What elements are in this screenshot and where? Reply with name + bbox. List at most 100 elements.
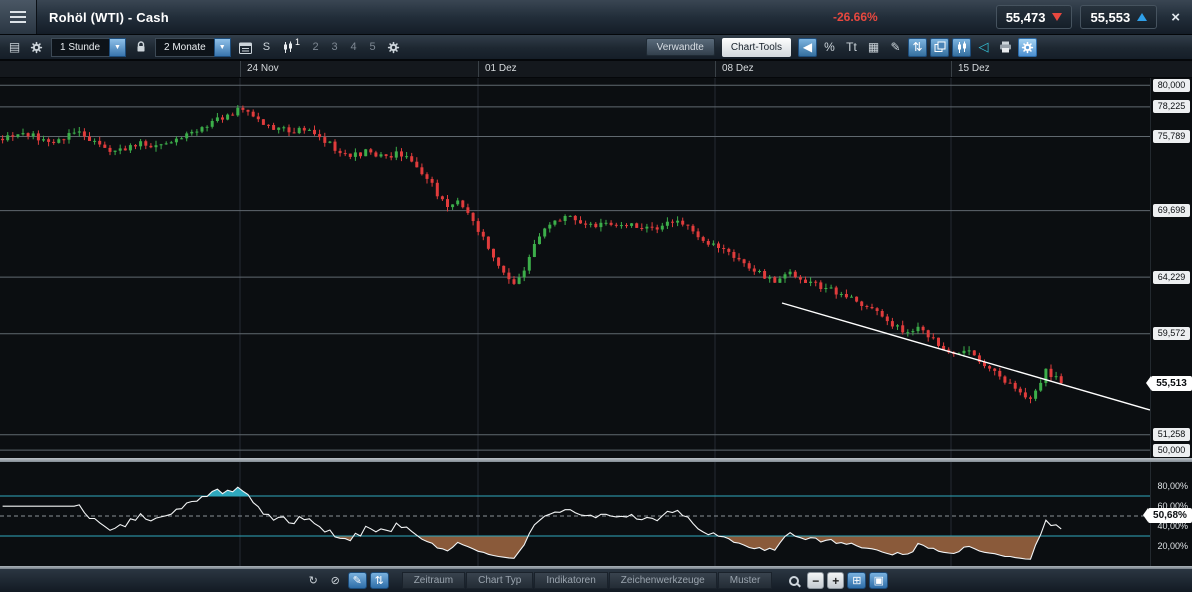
percent-scale-button[interactable]: % [820,38,839,57]
price-axis-label: 51,258 [1153,428,1190,442]
instrument-title: Rohöl (WTI) - Cash [49,9,169,25]
sell-price-button[interactable]: 55,473 [995,5,1073,29]
reset-view-button[interactable]: ↻ [304,572,323,589]
multi-chart-settings-button[interactable] [384,38,403,57]
pencil-tool-button[interactable]: ✎ [347,572,367,589]
titlebar: Rohöl (WTI) - Cash -26.66% 55,473 55,553… [0,0,1192,35]
no-drawing-button[interactable]: ⊘ [326,572,345,589]
lock-button[interactable] [131,38,150,57]
bottom-button-group: Zeitraum Chart Typ Indikatoren Zeichenwerkz… [401,572,773,589]
move-tool-button[interactable]: ⇅ [369,572,389,589]
zeichenwerkzeuge-button[interactable]: Zeichenwerkzeuge [608,572,717,589]
chart-tools-tab[interactable]: Chart-Tools [721,37,791,57]
arrow-down-icon [1052,13,1063,21]
zeitraum-button[interactable]: Zeitraum [401,572,466,589]
interval-value: 1 Stunde [51,37,109,57]
chart-settings-button[interactable] [1018,37,1037,57]
price-axis-label: 78,225 [1153,100,1190,114]
range-value: 2 Monate [155,37,214,57]
candlestick-icon [957,41,966,53]
chart-slot-number: 1 [295,37,301,47]
compare-windows-button[interactable] [930,37,949,57]
date-tick [478,61,479,77]
rsi-current-tag: 50,68% [1143,507,1192,523]
change-percent: -26.66% [833,10,878,24]
hamburger-icon [10,16,26,18]
price-axis-label: 75,789 [1153,130,1190,143]
printer-icon [1000,41,1011,53]
chart-slot-3[interactable]: 3 [326,41,343,53]
lock-icon [137,41,144,52]
related-button[interactable]: Verwandte [645,38,715,56]
gridlines-toggle-button[interactable]: ▦ [864,38,883,57]
price-label-tool-button[interactable]: ◁ [974,38,993,57]
calendar-icon [238,42,252,54]
arrow-up-icon [1137,13,1148,21]
print-button[interactable] [996,38,1015,57]
candlestick-icon [284,41,293,53]
calendar-button[interactable] [236,38,255,57]
indikatoren-button[interactable]: Indikatoren [534,572,608,589]
chart-typ-button[interactable]: Chart Typ [466,572,534,589]
chart-slot-4[interactable]: 4 [345,41,362,53]
rsi-panel[interactable]: 80,00% 60,00% 40,00% 20,00% 50,68% [0,462,1192,566]
buy-price-value: 55,553 [1090,9,1131,25]
range-dropdown[interactable]: 2 Monate ▼ [155,37,231,57]
price-axis-label: 80,000 [1153,78,1190,92]
interval-dropdown[interactable]: 1 Stunde ▼ [51,37,126,57]
date-axis-label: 15 Dez [958,63,990,74]
sell-price-value: 55,473 [1005,9,1046,25]
date-tick [715,61,716,77]
chevron-down-icon: ▼ [109,37,126,57]
drawing-tool-button[interactable]: ✎ [886,38,905,57]
gear-icon [30,41,43,53]
zoom-out-button[interactable]: − [807,572,825,589]
chart-slot-2[interactable]: 2 [307,41,324,53]
candlestick-chart[interactable] [0,78,1150,458]
chart-slot-5[interactable]: 5 [364,41,381,53]
gear-icon [1021,41,1034,53]
date-tick [240,61,241,77]
date-tick [951,61,952,77]
close-button[interactable]: × [1171,9,1180,26]
current-price-tag: 55,513 [1146,375,1192,391]
trading-chart-window: Rohöl (WTI) - Cash -26.66% 55,473 55,553… [0,0,1192,592]
text-tool-button[interactable]: Tt [842,38,861,57]
muster-button[interactable]: Muster [717,572,773,589]
bottom-toolbar: ↻ ⊘ ✎ ⇅ Zeitraum Chart Typ Indikatoren Zeic… [0,569,1192,592]
chart-slot-1[interactable]: 1 [278,37,304,57]
date-axis-label: 08 Dez [722,63,754,74]
price-axis-label: 64,229 [1153,270,1190,284]
windows-icon [934,41,945,52]
date-axis-label: 24 Nov [247,63,279,74]
magnifier-icon [788,575,799,586]
chart-tools-group: Verwandte Chart-Tools ◀ % Tt ▦ ✎ ⇅ ◁ [645,37,1037,57]
rsi-axis-label: 20,00% [1157,541,1188,551]
date-axis[interactable]: 24 Nov 01 Dez 08 Dez 15 Dez [0,60,1192,78]
chart-toolbar: ▤ 1 Stunde ▼ 2 Monate ▼ S 1 2345 Verwand… [0,35,1192,60]
watchlist-button[interactable]: ▤ [5,38,24,57]
session-toggle[interactable]: S [258,41,275,53]
menu-button[interactable] [0,0,37,34]
price-axis-label: 50,000 [1153,443,1190,457]
chart-type-button[interactable] [952,37,971,57]
price-axis-label: 59,572 [1153,327,1190,341]
price-axis[interactable]: 80,000 78,225 75,789 69,698 64,229 59,572 51,2… [1146,78,1192,458]
split-screen-button[interactable]: ⊞ [847,572,867,589]
flip-scale-button[interactable]: ⇅ [908,37,927,57]
price-axis-label: 69,698 [1153,204,1190,218]
rsi-chart[interactable] [0,462,1150,566]
date-axis-label: 01 Dez [485,63,517,74]
price-chart-panel[interactable]: 80,000 78,225 75,789 69,698 64,229 59,572 51,2… [0,78,1192,458]
rsi-axis: 80,00% 60,00% 40,00% 20,00% 50,68% [1143,462,1192,566]
rsi-axis-label: 80,00% [1157,481,1188,491]
gear-icon [387,41,400,53]
undo-button[interactable]: ◀ [798,37,817,57]
zoom-tool-button[interactable] [785,572,804,589]
chevron-down-icon: ▼ [213,37,231,57]
settings-gear-button[interactable] [27,38,46,57]
chart-slots: 2345 [307,41,381,53]
zoom-in-button[interactable]: + [827,572,845,589]
layout-button[interactable]: ▣ [869,572,889,589]
buy-price-button[interactable]: 55,553 [1080,5,1158,29]
